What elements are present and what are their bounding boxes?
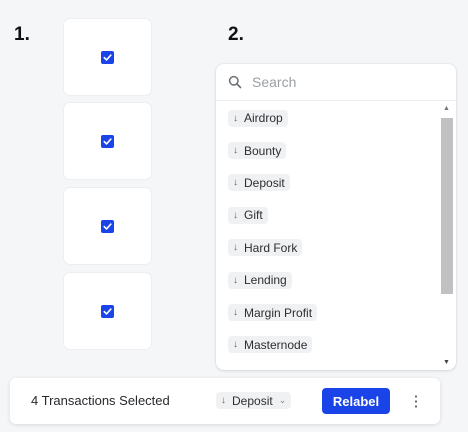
arrow-down-icon: ↓ bbox=[233, 274, 238, 286]
scroll-down-icon[interactable]: ▼ bbox=[440, 356, 453, 368]
label-pill: ↓ Deposit bbox=[228, 174, 290, 192]
check-icon bbox=[103, 223, 112, 230]
selected-checkbox[interactable] bbox=[101, 305, 114, 318]
arrow-down-icon: ↓ bbox=[233, 209, 238, 221]
label-pill: ↓ Margin Profit bbox=[228, 304, 318, 322]
label-pill: ↓ Masternode bbox=[228, 336, 313, 354]
list-item-margin-profit[interactable]: ↓ Margin Profit bbox=[216, 296, 440, 328]
arrow-down-icon: ↓ bbox=[233, 145, 238, 157]
selected-checkbox[interactable] bbox=[101, 135, 114, 148]
label-pill: ↓ Lending bbox=[228, 271, 292, 289]
label-text: Hard Fork bbox=[244, 240, 298, 255]
transaction-card[interactable] bbox=[64, 103, 151, 179]
list-item-masternode[interactable]: ↓ Masternode bbox=[216, 329, 440, 361]
label-text: Lending bbox=[244, 273, 287, 288]
label-dropdown: ↓ Airdrop ↓ Bounty ↓ Deposit ↓ Gift ↓ Hard Fo… bbox=[216, 64, 456, 370]
transaction-card[interactable] bbox=[64, 273, 151, 349]
check-icon bbox=[103, 138, 112, 145]
step-number-2: 2. bbox=[228, 24, 244, 45]
more-vertical-icon[interactable]: ⋮ bbox=[408, 391, 424, 411]
transaction-card[interactable] bbox=[64, 188, 151, 264]
selected-checkbox[interactable] bbox=[101, 220, 114, 233]
transaction-card[interactable] bbox=[64, 19, 151, 95]
label-text: Deposit bbox=[244, 175, 285, 190]
step-number-1: 1. bbox=[14, 24, 30, 45]
arrow-down-icon: ↓ bbox=[233, 242, 238, 254]
arrow-down-icon: ↓ bbox=[233, 112, 238, 124]
check-icon bbox=[103, 54, 112, 61]
label-pill: ↓ Hard Fork bbox=[228, 239, 303, 257]
list-item-bounty[interactable]: ↓ Bounty bbox=[216, 134, 440, 166]
search-row bbox=[216, 64, 456, 101]
label-select[interactable]: ↓ Deposit ⌄ bbox=[216, 392, 292, 409]
label-pill: ↓ Bounty bbox=[228, 142, 287, 160]
arrow-down-icon: ↓ bbox=[233, 177, 238, 189]
label-pill: ↓ Gift bbox=[228, 206, 268, 224]
search-icon bbox=[228, 75, 242, 89]
label-pill: ↓ Airdrop bbox=[228, 109, 288, 127]
label-text: Airdrop bbox=[244, 111, 283, 126]
selection-count-text: 4 Transactions Selected bbox=[31, 393, 170, 408]
check-icon bbox=[103, 308, 112, 315]
arrow-down-icon: ↓ bbox=[221, 395, 226, 406]
label-text: Masternode bbox=[244, 337, 308, 352]
label-text: Gift bbox=[244, 208, 263, 223]
list-item-gift[interactable]: ↓ Gift bbox=[216, 199, 440, 231]
label-text: Bounty bbox=[244, 143, 282, 158]
scroll-up-icon[interactable]: ▲ bbox=[440, 102, 453, 114]
scrollbar[interactable]: ▲ ▼ bbox=[440, 102, 453, 368]
label-text: Margin Profit bbox=[244, 305, 313, 320]
label-select-value: Deposit bbox=[232, 393, 273, 408]
chevron-down-icon: ⌄ bbox=[278, 395, 287, 405]
list-item-deposit[interactable]: ↓ Deposit bbox=[216, 167, 440, 199]
arrow-down-icon: ↓ bbox=[233, 307, 238, 319]
selected-checkbox[interactable] bbox=[101, 51, 114, 64]
list-item-hard-fork[interactable]: ↓ Hard Fork bbox=[216, 232, 440, 264]
bulk-action-bar: 4 Transactions Selected ↓ Deposit ⌄ Relabe… bbox=[10, 378, 440, 424]
list-item-lending[interactable]: ↓ Lending bbox=[216, 264, 440, 296]
scrollbar-thumb[interactable] bbox=[441, 118, 453, 294]
search-input[interactable] bbox=[250, 73, 444, 91]
arrow-down-icon: ↓ bbox=[233, 339, 238, 351]
relabel-button[interactable]: Relabel bbox=[322, 388, 390, 414]
label-list: ↓ Airdrop ↓ Bounty ↓ Deposit ↓ Gift ↓ Hard Fo… bbox=[216, 102, 440, 361]
list-item-airdrop[interactable]: ↓ Airdrop bbox=[216, 102, 440, 134]
